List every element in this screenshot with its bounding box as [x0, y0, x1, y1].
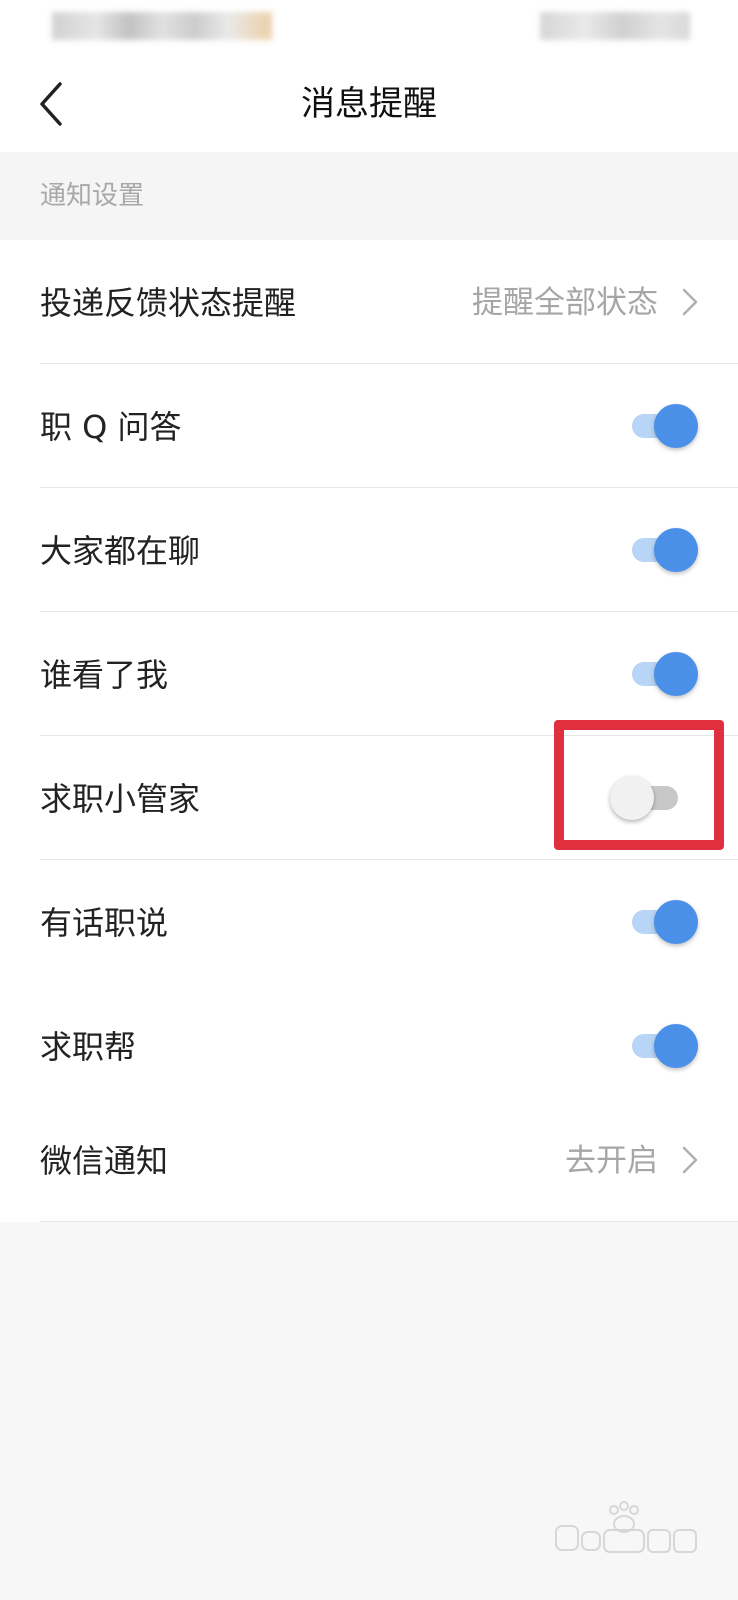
baidu-watermark-logo	[552, 1496, 702, 1556]
toggle-knob	[654, 404, 698, 448]
blurred-status-info	[52, 12, 272, 40]
setting-label: 求职帮	[40, 1028, 137, 1066]
setting-job-help: 求职帮	[0, 984, 738, 1108]
setting-label: 投递反馈状态提醒	[40, 284, 297, 322]
setting-job-assistant: 求职小管家	[0, 736, 738, 860]
toggle-switch[interactable]	[610, 774, 682, 822]
setting-wechat-notification[interactable]: 微信通知 去开启	[0, 1098, 738, 1222]
setting-delivery-feedback[interactable]: 投递反馈状态提醒 提醒全部状态	[0, 240, 738, 364]
toggle-switch[interactable]	[630, 526, 698, 574]
setting-label: 大家都在聊	[40, 532, 201, 570]
setting-value: 去开启	[565, 1143, 658, 1179]
chevron-right-icon	[682, 288, 698, 316]
toggle-knob	[654, 900, 698, 944]
toggle-knob	[654, 528, 698, 572]
setting-everyone-chatting: 大家都在聊	[0, 488, 738, 612]
chevron-right-icon	[682, 1146, 698, 1174]
setting-value: 提醒全部状态	[472, 285, 658, 321]
setting-label: 有话职说	[40, 904, 169, 942]
section-title: 通知设置	[40, 181, 145, 211]
toggle-switch[interactable]	[630, 402, 698, 450]
setting-label: 微信通知	[40, 1142, 169, 1180]
setting-label: 求职小管家	[40, 780, 201, 818]
toggle-knob	[654, 652, 698, 696]
page-title: 消息提醒	[301, 84, 437, 124]
notification-settings-list: 投递反馈状态提醒 提醒全部状态 职 Q 问答 大家都在聊 谁看了我 求职小管家	[0, 240, 738, 1108]
header: 消息提醒	[0, 60, 738, 152]
setting-who-viewed-me: 谁看了我	[0, 612, 738, 736]
setting-label: 谁看了我	[40, 656, 169, 694]
toggle-switch[interactable]	[630, 650, 698, 698]
setting-label: 职 Q 问答	[40, 408, 182, 446]
toggle-switch[interactable]	[630, 898, 698, 946]
setting-speak-up: 有话职说	[0, 860, 738, 984]
wechat-settings-list: 微信通知 去开启	[0, 1098, 738, 1222]
status-bar	[0, 0, 738, 60]
blurred-status-icons	[540, 12, 690, 40]
setting-zhiq-qa: 职 Q 问答	[0, 364, 738, 488]
toggle-knob	[654, 1024, 698, 1068]
section-header: 通知设置	[0, 152, 738, 240]
toggle-knob	[610, 776, 654, 820]
toggle-switch[interactable]	[630, 1022, 698, 1070]
